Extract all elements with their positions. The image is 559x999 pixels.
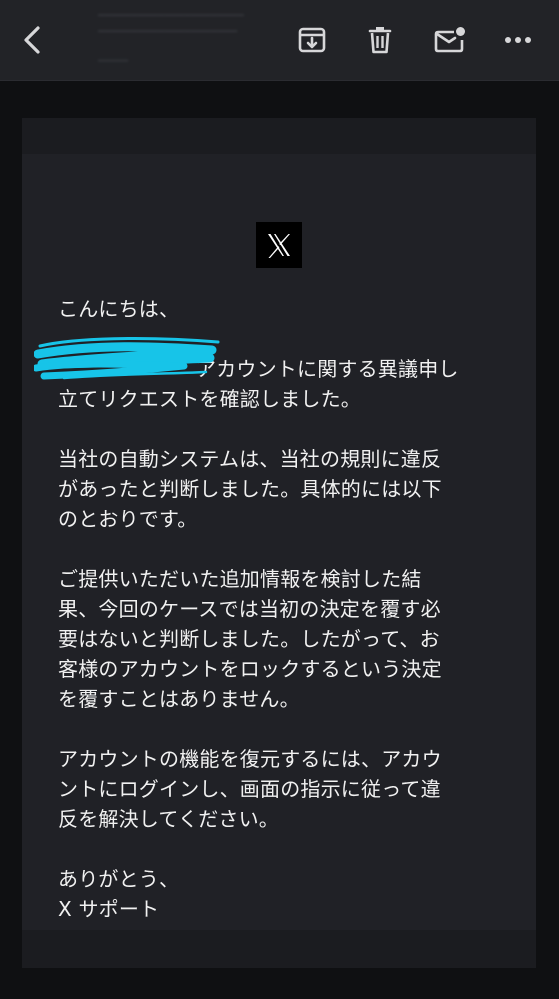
archive-button[interactable]: [294, 22, 330, 58]
greeting: こんにちは、: [58, 297, 180, 321]
paragraph-restore-instructions: アカウントの機能を復元するには、アカウ ントにログインし、画面の指示に従って違 …: [58, 747, 442, 831]
archive-download-icon: [297, 25, 327, 55]
email-message-text: こんにちは、 アカウントに関する異議申し 立てリクエストを確認しました。 当社の…: [58, 294, 508, 924]
email-body-card: こんにちは、 アカウントに関する異議申し 立てリクエストを確認しました。 当社の…: [22, 118, 536, 968]
mark-unread-button[interactable]: [432, 22, 468, 58]
more-dots-icon: [503, 35, 533, 45]
delete-button[interactable]: [362, 22, 398, 58]
paragraph-violation: 当社の自動システムは、当社の規則に違反 があったと判断しました。具体的には以下 …: [58, 447, 442, 531]
x-logo-icon: [268, 234, 290, 258]
back-button[interactable]: [14, 22, 50, 58]
mail-unread-icon: [434, 25, 466, 55]
paragraph-appeal-received: アカウントに関する異議申し 立てリクエストを確認しました。: [58, 354, 508, 414]
appeal-received-text: アカウントに関する異議申し 立てリクエストを確認しました。: [58, 357, 459, 411]
top-app-bar: ━━━━━━━━━━━━━━━━━━━━━━ ━━━━━━━━━━━━━━━━━…: [0, 0, 559, 81]
email-content-panel: こんにちは、 アカウントに関する異議申し 立てリクエストを確認しました。 当社の…: [22, 154, 536, 930]
chevron-left-icon: [21, 25, 43, 55]
email-detail-screen: ━━━━━━━━━━━━━━━━━━━━━━ ━━━━━━━━━━━━━━━━━…: [0, 0, 559, 999]
signoff: ありがとう、 X サポート: [58, 867, 180, 921]
x-logo: [256, 222, 302, 268]
paragraph-decision: ご提供いただいた追加情報を検討した結 果、今回のケースでは当初の決定を覆す必 要…: [58, 567, 442, 711]
more-options-button[interactable]: [500, 22, 536, 58]
trash-icon: [366, 25, 394, 55]
